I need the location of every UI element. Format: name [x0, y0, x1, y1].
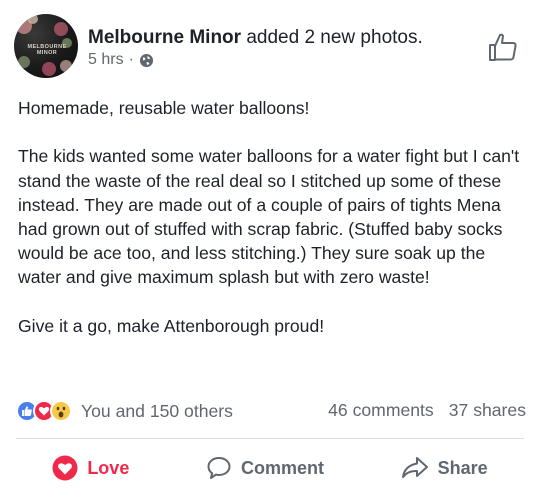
- comments-count[interactable]: 46 comments: [328, 400, 434, 421]
- divider: [16, 438, 524, 439]
- globe-icon: [139, 53, 153, 67]
- comment-icon: [207, 457, 231, 479]
- love-label: Love: [87, 457, 130, 478]
- avatar[interactable]: MELBOURNE MINOR: [14, 14, 78, 78]
- post-stats: 46 comments 37 shares: [328, 400, 526, 421]
- meta-separator: ·: [128, 51, 134, 68]
- love-reaction-icon: [52, 455, 78, 481]
- comment-label: Comment: [240, 457, 324, 478]
- share-icon: [401, 457, 428, 478]
- author-line: Melbourne Minor added 2 new photos.: [88, 26, 423, 50]
- author-action: added 2 new photos.: [241, 27, 423, 48]
- wow-icon: [50, 400, 72, 422]
- share-label: Share: [437, 457, 488, 478]
- reactions-bar: You and 150 others 46 comments 37 shares: [16, 398, 526, 424]
- post-paragraph: Homemade, reusable water balloons!: [18, 98, 310, 118]
- reaction-icons[interactable]: [16, 400, 72, 422]
- post-paragraph: The kids wanted some water balloons for …: [18, 146, 520, 288]
- avatar-brand-text: MELBOURNE MINOR: [27, 44, 67, 56]
- post-body: Homemade, reusable water balloons! The k…: [18, 96, 528, 338]
- reaction-summary[interactable]: You and 150 others: [81, 401, 233, 422]
- like-thumb-icon[interactable]: [487, 31, 519, 63]
- post-meta: 5 hrs ·: [88, 51, 154, 69]
- comment-button[interactable]: Comment: [206, 455, 324, 481]
- post-paragraph: Give it a go, make Attenborough proud!: [18, 315, 325, 336]
- love-button[interactable]: Love: [52, 455, 129, 481]
- shares-count[interactable]: 37 shares: [449, 400, 526, 421]
- post-time[interactable]: 5 hrs: [88, 51, 124, 69]
- author-name[interactable]: Melbourne Minor: [88, 27, 241, 48]
- action-bar: Love Comment Share: [0, 448, 540, 488]
- share-button[interactable]: Share: [401, 455, 488, 481]
- post-header: MELBOURNE MINOR Melbourne Minor added 2 …: [0, 0, 540, 90]
